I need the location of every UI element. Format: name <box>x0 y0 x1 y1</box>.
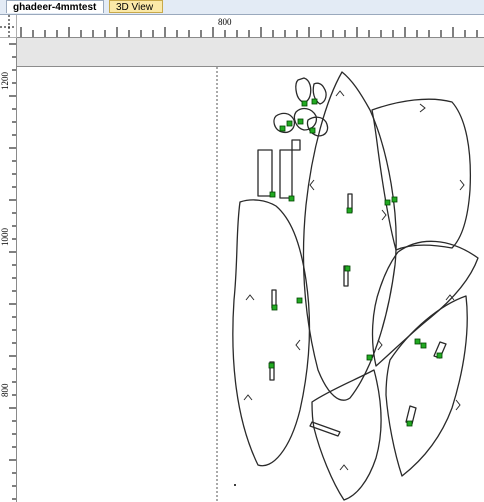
start-node[interactable] <box>384 199 391 206</box>
start-node[interactable] <box>406 420 413 427</box>
horizontal-ruler[interactable]: 800 <box>17 15 484 38</box>
arrow-mark <box>243 394 253 401</box>
right-panel <box>371 98 472 251</box>
small-part-1 <box>295 77 312 103</box>
ruler-corner[interactable] <box>0 15 17 38</box>
start-node[interactable] <box>436 352 443 359</box>
arrow-mark <box>377 339 383 351</box>
ruler-label-800: 800 <box>218 17 232 27</box>
start-node[interactable] <box>288 195 295 202</box>
vertical-ruler-ticks <box>9 43 16 500</box>
arrow-mark <box>245 294 255 301</box>
start-node[interactable] <box>346 207 353 214</box>
arrow-mark <box>455 399 461 411</box>
workspace-top-band <box>17 38 484 67</box>
arrow-mark <box>309 179 315 191</box>
arrow-mark <box>381 209 387 221</box>
rect-part-a <box>257 149 273 197</box>
start-node[interactable] <box>271 304 278 311</box>
arrow-mark <box>335 90 345 97</box>
tab-3d-view[interactable]: 3D View <box>109 0 163 13</box>
start-node[interactable] <box>268 362 275 369</box>
arrow-mark <box>419 103 426 113</box>
document-tab-bar: ghadeer-4mmtest 3D View <box>0 0 484 15</box>
start-node[interactable] <box>309 127 316 134</box>
ruler-origin-icon <box>0 15 16 37</box>
ruler-label-1200: 1200 <box>0 72 10 90</box>
start-node[interactable] <box>301 100 308 107</box>
start-node[interactable] <box>279 125 286 132</box>
start-node[interactable] <box>420 342 427 349</box>
start-node[interactable] <box>297 118 304 125</box>
central-leaf <box>302 71 397 401</box>
start-node[interactable] <box>391 196 398 203</box>
start-node[interactable] <box>296 297 303 304</box>
start-node[interactable] <box>311 98 318 105</box>
arrow-mark <box>339 464 349 471</box>
left-leaf <box>232 199 310 467</box>
arrow-mark <box>295 339 301 351</box>
start-node[interactable] <box>366 354 373 361</box>
vertical-ruler[interactable]: 1200 1000 800 <box>0 38 17 502</box>
origin-dot <box>234 484 236 486</box>
right-lower-leaf <box>385 295 468 477</box>
small-part-6 <box>291 139 301 151</box>
ruler-label-800: 800 <box>0 383 10 397</box>
start-node[interactable] <box>344 265 351 272</box>
arrow-mark <box>459 179 465 191</box>
start-node[interactable] <box>414 338 421 345</box>
bottom-leaf <box>311 369 382 501</box>
start-node[interactable] <box>269 191 276 198</box>
tab-ghadeer-4mmtest[interactable]: ghadeer-4mmtest <box>6 0 104 13</box>
start-node[interactable] <box>286 120 293 127</box>
ruler-label-1000: 1000 <box>0 228 10 246</box>
horizontal-ruler-ticks: 800 <box>20 17 478 37</box>
rect-part-b <box>279 149 293 199</box>
design-canvas[interactable] <box>17 67 484 502</box>
